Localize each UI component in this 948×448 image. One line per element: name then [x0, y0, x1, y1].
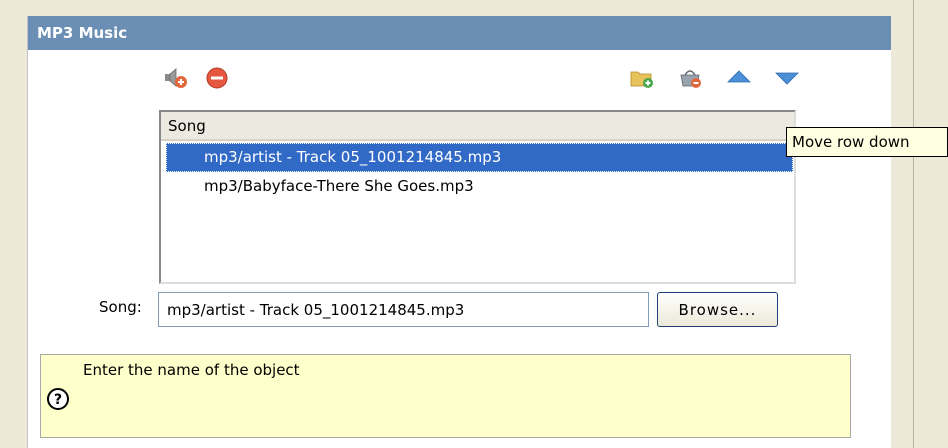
basket-remove-icon[interactable]: [678, 66, 702, 90]
song-input[interactable]: [158, 292, 649, 327]
window-background-left: [0, 0, 27, 448]
folder-add-icon[interactable]: [630, 66, 654, 90]
tooltip: Move row down: [786, 127, 948, 157]
speaker-add-icon[interactable]: [164, 66, 188, 90]
help-text: Enter the name of the object: [83, 361, 300, 379]
svg-text:?: ?: [54, 392, 62, 408]
move-up-icon[interactable]: [727, 66, 751, 90]
help-box: Enter the name of the object ?: [40, 354, 851, 438]
move-down-icon[interactable]: [775, 66, 799, 90]
window-background-right: [891, 0, 948, 448]
list-item[interactable]: mp3/Babyface-There She Goes.mp3: [161, 172, 794, 201]
question-circle-icon: ?: [46, 387, 70, 411]
list-item[interactable]: mp3/artist - Track 05_1001214845.mp3: [166, 143, 793, 172]
panel-divider: [913, 0, 914, 448]
song-list[interactable]: Song mp3/artist - Track 05_1001214845.mp…: [159, 110, 796, 284]
section-title: MP3 Music: [28, 16, 892, 50]
browse-button[interactable]: Browse...: [657, 292, 778, 327]
column-header-song[interactable]: Song: [161, 112, 794, 141]
remove-icon[interactable]: [205, 66, 229, 90]
window-background-top: [27, 0, 891, 16]
song-field-label: Song:: [99, 298, 142, 316]
